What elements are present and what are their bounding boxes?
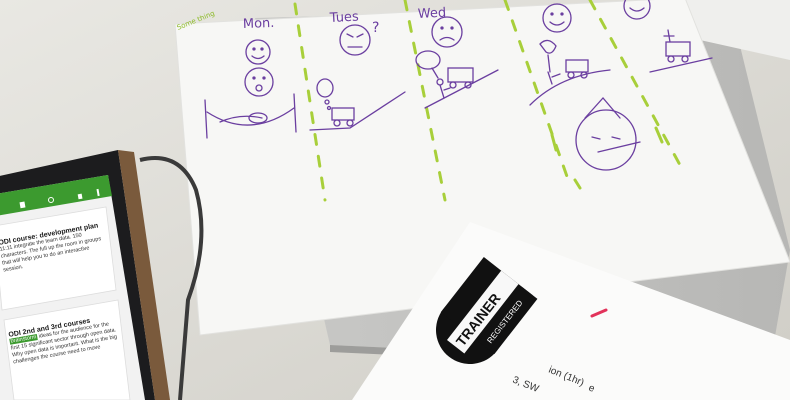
column-label-tues: Tues <box>328 9 359 26</box>
sync-icon[interactable] <box>77 193 83 200</box>
column-label-wed: Wed <box>417 6 446 22</box>
column-label-mon: Mon. <box>243 16 275 32</box>
notebook-icon[interactable] <box>19 201 26 209</box>
question-mark: ? <box>372 20 379 36</box>
